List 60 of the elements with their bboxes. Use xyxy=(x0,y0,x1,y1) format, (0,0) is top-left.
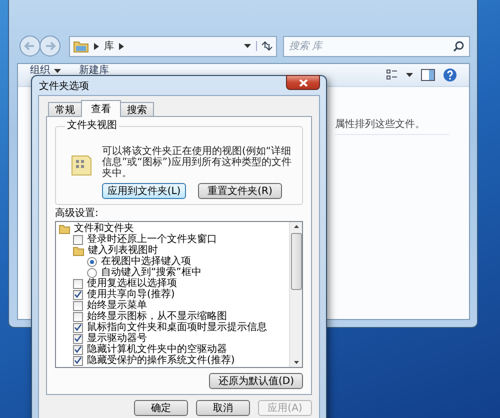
checkbox[interactable] xyxy=(73,356,83,366)
tab[interactable]: 查看 xyxy=(81,100,121,117)
restore-defaults-button[interactable]: 还原为默认值(D) xyxy=(209,373,303,389)
group-title: 文件夹视图 xyxy=(65,120,119,132)
setting-label: 在视图中选择键入项 xyxy=(101,256,191,267)
search-icon xyxy=(453,40,464,52)
dropdown-icon[interactable] xyxy=(406,73,413,77)
checkbox[interactable] xyxy=(73,344,83,354)
checkbox[interactable] xyxy=(73,278,83,288)
setting-label: 登录时还原上一个文件夹窗口 xyxy=(87,234,217,245)
scroll-up-icon[interactable] xyxy=(294,225,298,228)
advanced-settings-label: 高级设置: xyxy=(55,208,100,220)
tab[interactable]: 常规 xyxy=(48,102,82,116)
close-icon xyxy=(298,78,308,86)
checkbox[interactable] xyxy=(73,322,83,332)
dialog-button[interactable]: 取消 xyxy=(196,400,250,416)
checkbox[interactable] xyxy=(73,290,83,300)
dropdown-icon xyxy=(54,69,61,73)
checkbox[interactable] xyxy=(73,312,83,322)
setting-label: 键入列表视图时 xyxy=(88,245,158,256)
setting-label: 使用复选框以选择项 xyxy=(87,278,177,289)
setting-label: 鼠标指向文件夹和桌面项时显示提示信息 xyxy=(87,322,267,333)
setting-label: 显示驱动器号 xyxy=(87,333,147,344)
toolbar-button[interactable]: 组织 xyxy=(28,65,63,77)
dialog-button[interactable]: 确定 xyxy=(134,400,188,416)
tab[interactable]: 搜索 xyxy=(120,102,154,116)
setting-label: 使用共享向导(推荐) xyxy=(87,289,175,300)
setting-label: 隐藏计算机文件夹中的空驱动器 xyxy=(87,344,227,355)
folder-icon xyxy=(73,39,89,53)
setting-label: 始终显示菜单 xyxy=(87,300,147,311)
setting-label: 隐藏受保护的操作系统文件(推荐) xyxy=(87,355,235,366)
description-text: 可以将该文件夹正在使用的视图(例如“详细信息”或“图标”)应用到所有这种类型的文件夹中。 xyxy=(102,146,292,179)
address-bar[interactable]: 库 xyxy=(69,36,277,56)
help-icon[interactable] xyxy=(443,68,457,82)
radio-button[interactable] xyxy=(87,268,97,278)
close-button[interactable] xyxy=(286,75,320,90)
scroll-down-icon[interactable] xyxy=(294,361,298,364)
chevron-icon xyxy=(94,42,99,50)
view-icon[interactable] xyxy=(386,69,398,81)
checkbox[interactable] xyxy=(73,300,83,310)
setting-label: 自动键入到“搜索”框中 xyxy=(101,267,202,278)
setting-label: 始终显示图标，从不显示缩略图 xyxy=(87,311,227,322)
folder-button[interactable]: 重置文件夹(R) xyxy=(198,183,282,199)
checkbox[interactable] xyxy=(73,234,83,244)
preview-pane-icon[interactable] xyxy=(421,69,435,81)
folder-icon xyxy=(59,224,70,234)
folder-button[interactable]: 应用到文件夹(L) xyxy=(102,183,186,199)
toolbar-button[interactable]: 新建库 xyxy=(77,65,111,77)
refresh-icon[interactable] xyxy=(256,41,273,51)
address-text: 库 xyxy=(104,40,114,53)
window-title: 文件夹选项 xyxy=(38,80,89,92)
search-field[interactable]: 搜索 库 xyxy=(283,36,470,56)
chevron-icon xyxy=(119,42,124,50)
folder-icon xyxy=(73,246,84,256)
setting-label: 文件和文件夹 xyxy=(74,223,134,234)
scrollbar[interactable] xyxy=(289,222,302,367)
radio-button[interactable] xyxy=(87,256,97,266)
checkbox[interactable] xyxy=(73,334,83,344)
info-text: 属性排列这些文件。 xyxy=(335,117,449,135)
dropdown-icon[interactable] xyxy=(244,44,251,48)
